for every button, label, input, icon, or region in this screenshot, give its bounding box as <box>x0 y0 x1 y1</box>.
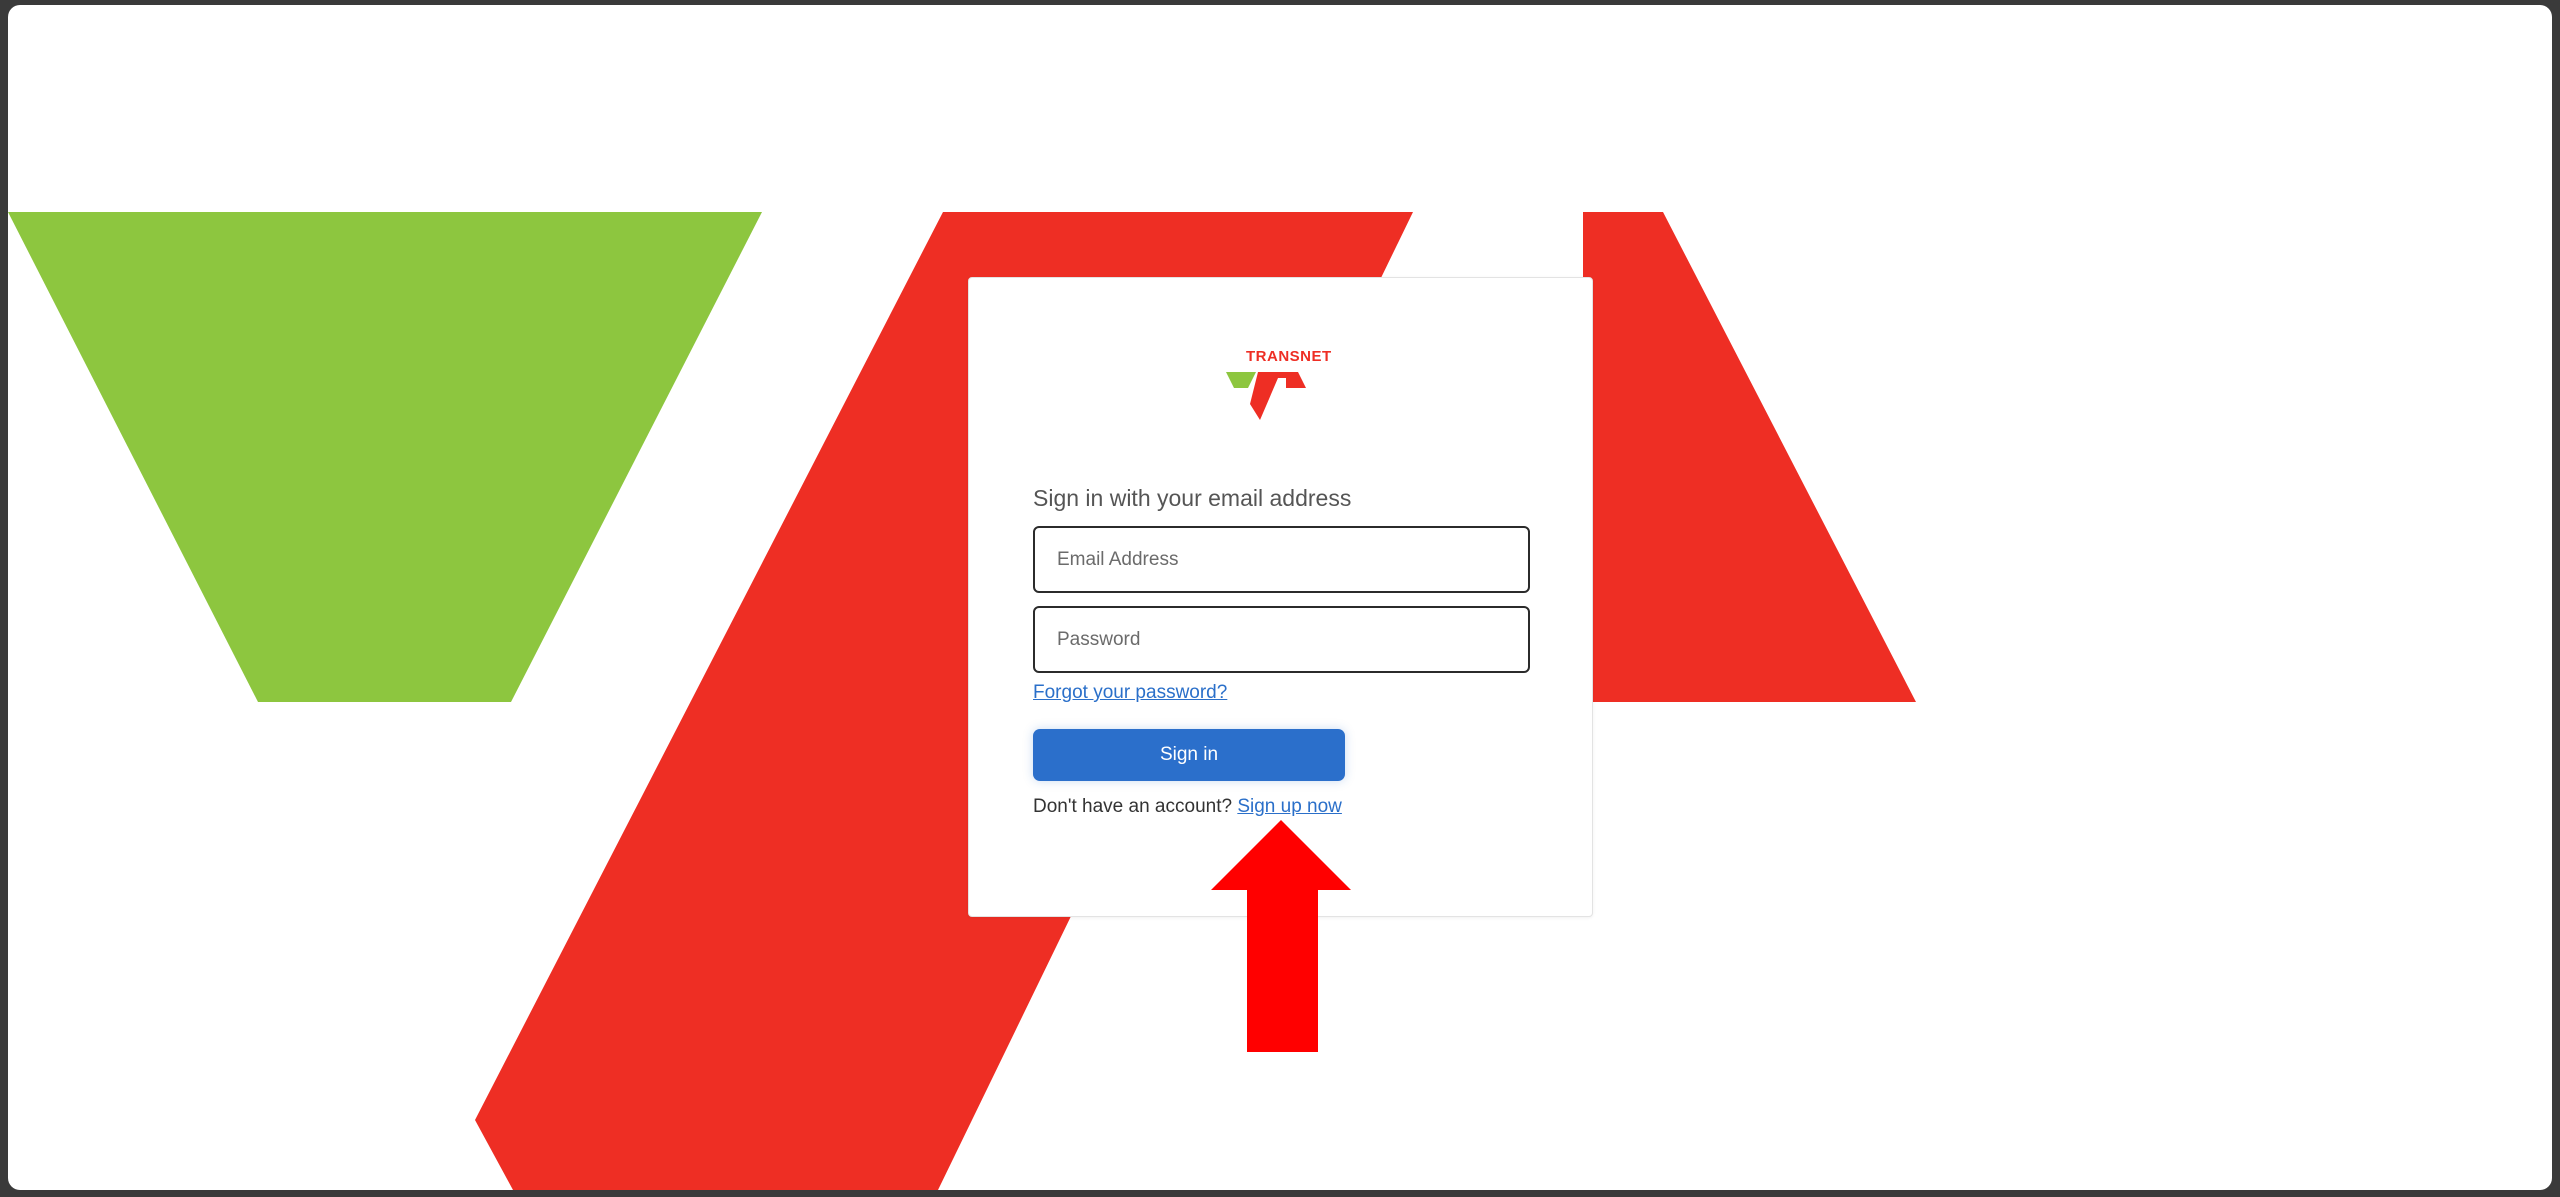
no-account-text: Don't have an account? <box>1033 796 1233 817</box>
sign-in-button[interactable]: Sign in <box>1033 729 1345 781</box>
background-green-trapezoid <box>8 212 762 702</box>
transnet-mark-icon <box>1226 372 1306 420</box>
transnet-logo: TRANSNET <box>1226 348 1346 438</box>
logo-wordmark: TRANSNET <box>1246 348 1332 365</box>
forgot-password-link[interactable]: Forgot your password? <box>1033 682 1227 704</box>
sign-in-heading: Sign in with your email address <box>1033 485 1352 511</box>
email-field[interactable] <box>1033 526 1530 593</box>
password-field[interactable] <box>1033 606 1530 673</box>
sign-up-row: Don't have an account? Sign up now <box>1033 796 1342 818</box>
browser-viewport: TRANSNET Sign in with your email address… <box>8 5 2552 1190</box>
sign-up-link[interactable]: Sign up now <box>1237 796 1342 817</box>
arrow-up-icon <box>1211 820 1351 1052</box>
